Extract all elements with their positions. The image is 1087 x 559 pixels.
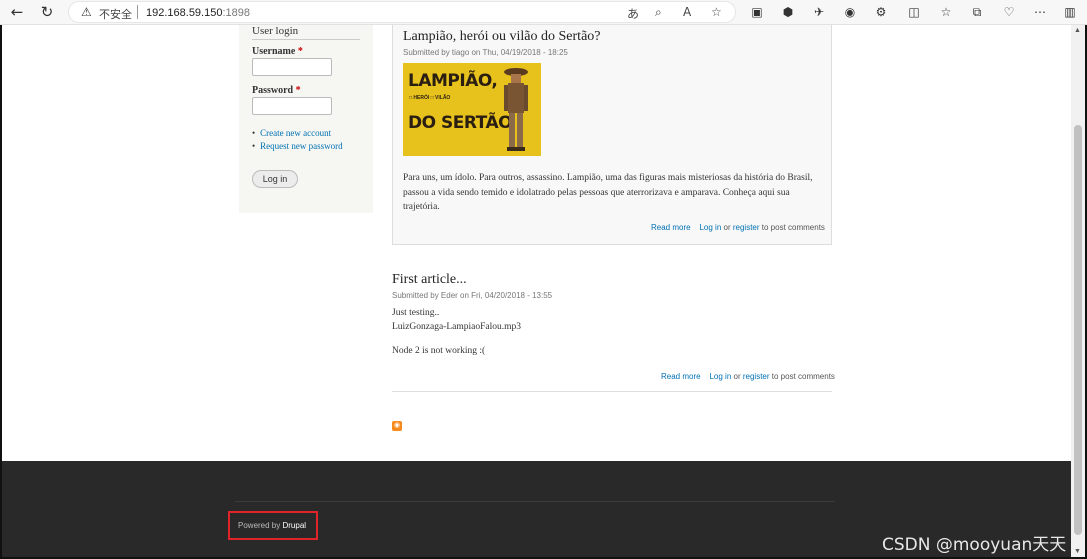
favorites-icon[interactable]: ☆ <box>937 3 955 21</box>
divider <box>252 39 360 40</box>
register-link[interactable]: register <box>743 372 770 381</box>
article-links: Read more Log in or register to post com… <box>651 223 825 232</box>
translate-icon[interactable]: あ <box>627 5 639 22</box>
menu-icon[interactable]: ⋯ <box>1031 3 1049 21</box>
extensions-puzzle-icon[interactable]: ⚙ <box>872 3 890 21</box>
username-label: Username * <box>252 46 303 57</box>
password-input[interactable] <box>252 97 332 115</box>
url-separator <box>137 5 138 19</box>
scroll-down-icon[interactable]: ▼ <box>1074 548 1081 555</box>
read-aloud-icon[interactable]: A <box>683 5 691 19</box>
article-meta: Submitted by Eder on Fri, 04/20/2018 - 1… <box>392 291 553 300</box>
request-password-link[interactable]: Request new password <box>252 140 343 153</box>
address-bar[interactable]: ⚠ 不安全 192.168.59.150:1898 あ ⌕ A ☆ <box>68 1 736 23</box>
extension-bird-icon[interactable]: ✈ <box>810 3 828 21</box>
article-links: Read more Log in or register to post com… <box>661 372 835 381</box>
article-title[interactable]: First article... <box>392 272 467 288</box>
article-title[interactable]: Lampião, herói ou vilão do Sertão? <box>403 29 601 45</box>
log-in-link[interactable]: Log in <box>709 372 731 381</box>
account-links: Create new account Request new password <box>252 127 343 153</box>
extension-circle-icon[interactable]: ◉ <box>841 3 859 21</box>
user-login-block: User login Username * Password * Create … <box>239 25 373 213</box>
log-in-button[interactable]: Log in <box>252 170 298 188</box>
url-text: 192.168.59.150:1898 <box>146 7 250 19</box>
create-account-link[interactable]: Create new account <box>252 127 343 140</box>
security-label: 不安全 <box>99 8 132 21</box>
split-screen-icon[interactable]: ◫ <box>905 3 923 21</box>
article-body: Para uns, um ídolo. Para outros, assassi… <box>403 173 813 212</box>
drupal-link[interactable]: Drupal <box>282 521 306 530</box>
username-input[interactable] <box>252 58 332 76</box>
warning-icon: ⚠ <box>81 5 92 19</box>
tab-collections-icon[interactable]: ⧉ <box>968 3 986 21</box>
article-meta: Submitted by tiago on Thu, 04/19/2018 - … <box>403 48 568 57</box>
read-more-link[interactable]: Read more <box>661 372 701 381</box>
powered-by-text: Powered by Drupal <box>238 521 307 530</box>
back-icon[interactable]: ← <box>7 2 27 22</box>
read-more-link[interactable]: Read more <box>651 223 691 232</box>
register-link[interactable]: register <box>733 223 760 232</box>
password-label: Password * <box>252 85 301 96</box>
browser-essentials-icon[interactable]: ♡ <box>1000 3 1018 21</box>
browser-toolbar: ← ↻ ⚠ 不安全 192.168.59.150:1898 あ ⌕ A ☆ ▣ … <box>0 0 1087 25</box>
article-body: Just testing.. LuizGonzaga-LampiaoFalou.… <box>392 308 522 356</box>
scroll-up-icon[interactable]: ▲ <box>1074 27 1081 34</box>
article-image[interactable]: LAMPIÃO, □ HERÓI □ VILÃO DO SERTÃO <box>403 63 541 156</box>
extension-shield-icon[interactable]: ⬢ <box>779 3 797 21</box>
article-teaser: First article... Submitted by Eder on Fr… <box>392 268 835 392</box>
scrollbar[interactable]: ▲ ▼ <box>1071 25 1085 557</box>
zoom-icon[interactable]: ⌕ <box>655 5 662 20</box>
footer-divider <box>235 501 835 502</box>
powered-by-highlight: Powered by Drupal <box>228 511 318 540</box>
reload-icon[interactable]: ↻ <box>37 2 57 22</box>
user-login-title: User login <box>252 25 299 37</box>
log-in-link[interactable]: Log in <box>699 223 721 232</box>
article-teaser: Lampião, herói ou vilão do Sertão? Submi… <box>392 25 832 245</box>
csdn-watermark: CSDN @mooyuan天天 <box>882 535 1067 555</box>
cangaceiro-figure <box>504 68 528 151</box>
favorite-star-icon[interactable]: ☆ <box>711 5 722 19</box>
collections-icon[interactable]: ▣ <box>748 3 766 21</box>
rss-feed-icon[interactable]: ◉ <box>392 421 402 431</box>
scrollbar-thumb[interactable] <box>1074 125 1082 535</box>
sidebar-toggle-icon[interactable]: ▥ <box>1061 3 1079 21</box>
